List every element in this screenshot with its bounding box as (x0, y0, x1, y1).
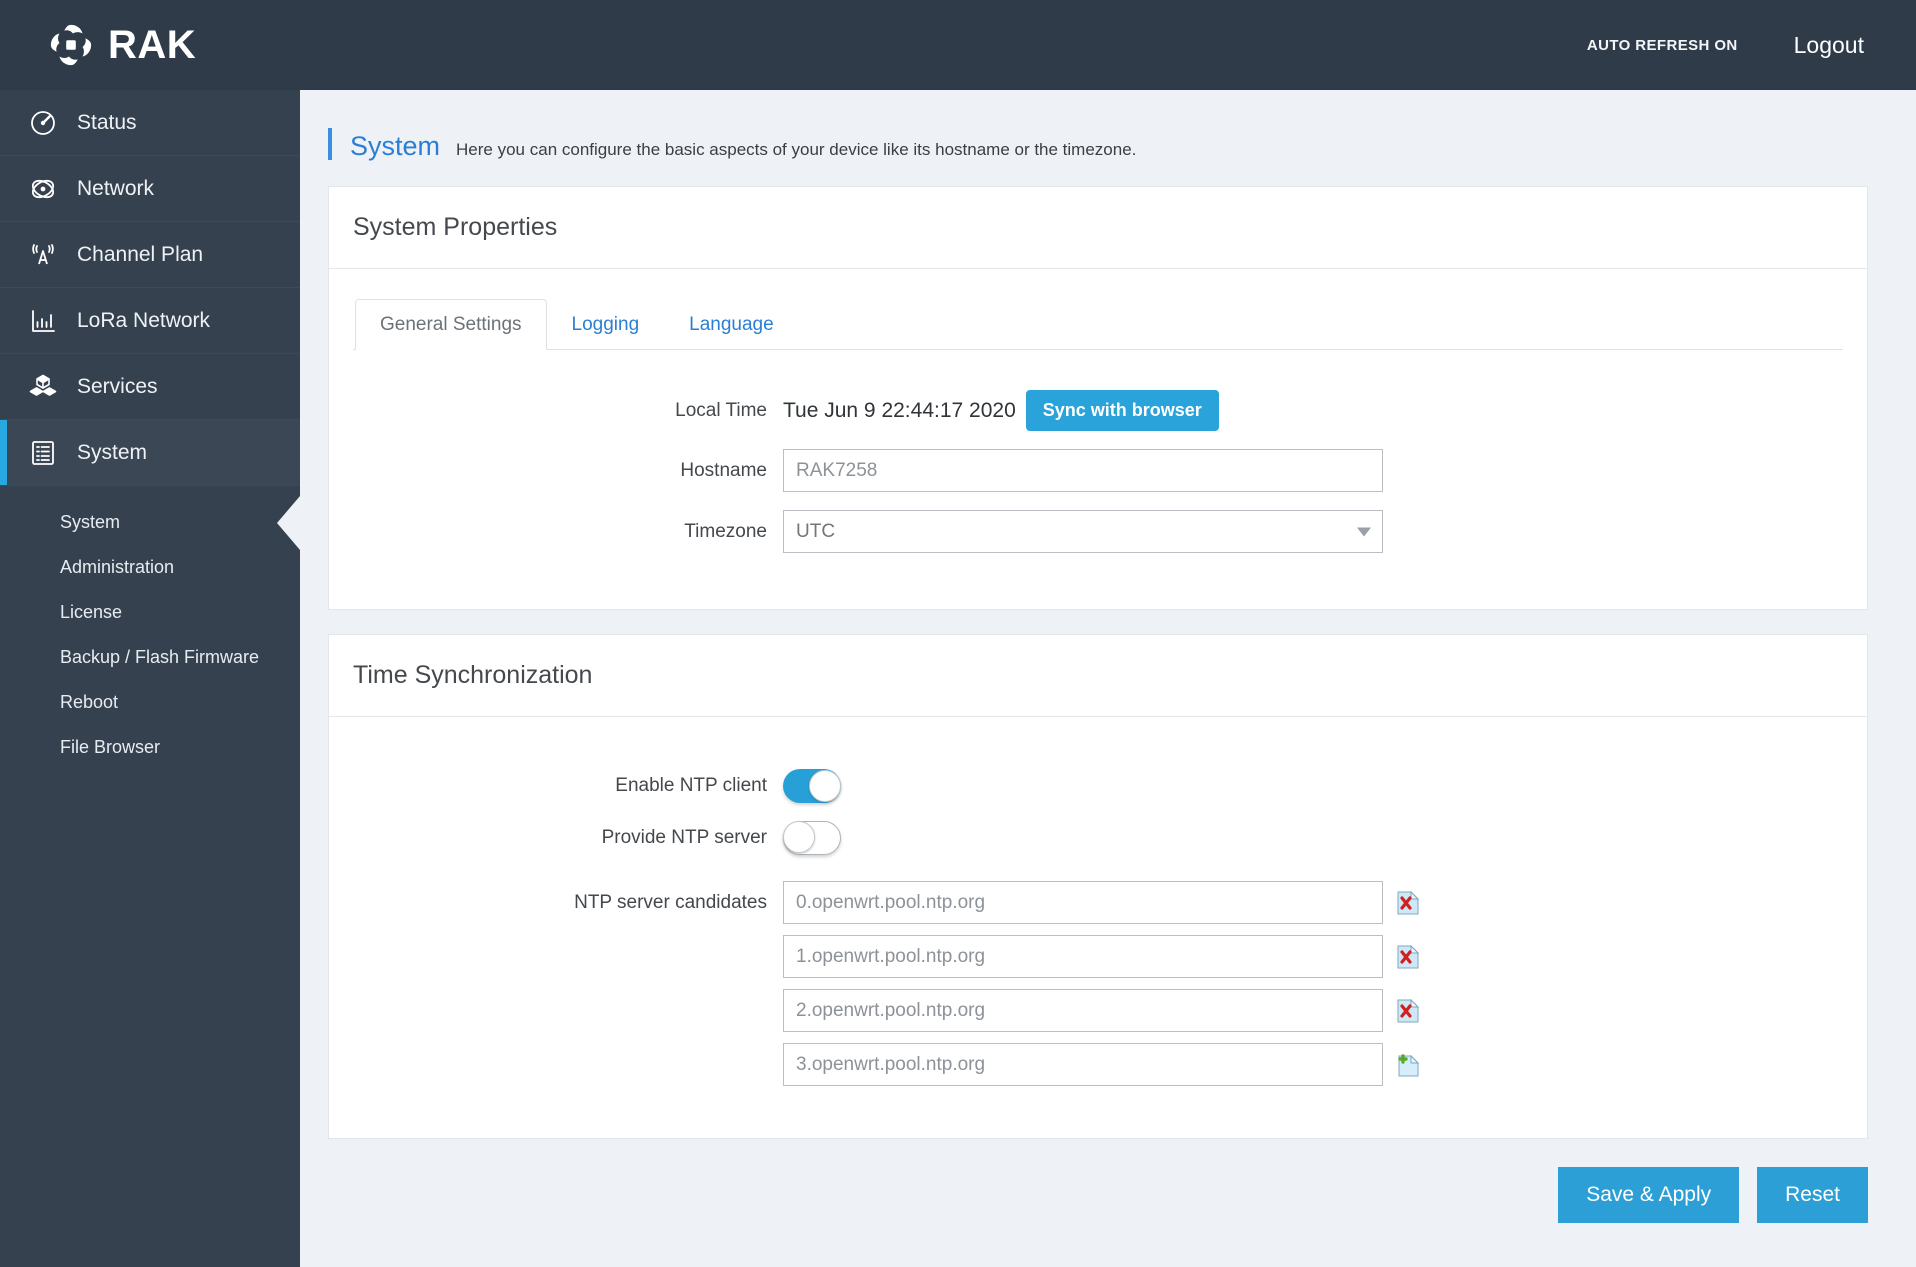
ntp-candidate-row (353, 935, 1843, 978)
provide-ntp-server-row: Provide NTP server (353, 821, 1843, 855)
time-synchronization-body: Enable NTP client Provide NTP server NTP… (329, 717, 1867, 1138)
sync-with-browser-button[interactable]: Sync with browser (1025, 390, 1219, 431)
top-bar: RAK AUTO REFRESH ON Logout (0, 0, 1916, 90)
ntp-server-candidates-label: NTP server candidates (574, 891, 767, 913)
brand-name: RAK (108, 23, 197, 67)
page-title: System (350, 131, 441, 161)
enable-ntp-client-row: Enable NTP client (353, 769, 1843, 803)
local-time-label: Local Time (675, 399, 767, 421)
enable-ntp-client-toggle[interactable] (783, 769, 841, 803)
system-properties-body: General Settings Logging Language Local … (329, 269, 1867, 609)
provide-ntp-server-toggle[interactable] (783, 821, 841, 855)
sidebar: Status Network Channel Plan LoRa Network… (0, 90, 300, 1267)
ntp-candidate-input-2[interactable] (783, 989, 1383, 1032)
sidebar-subitem-reboot[interactable]: Reboot (0, 680, 300, 725)
system-properties-card: System Properties General Settings Loggi… (328, 186, 1868, 610)
sidebar-item-channel-plan[interactable]: Channel Plan (0, 222, 300, 288)
hostname-row: Hostname (353, 449, 1843, 492)
ntp-candidate-row: NTP server candidates (353, 881, 1843, 924)
reset-button[interactable]: Reset (1757, 1167, 1868, 1223)
sidebar-item-network[interactable]: Network (0, 156, 300, 222)
toggle-knob-icon (809, 770, 841, 802)
timezone-row: Timezone (353, 510, 1843, 553)
ntp-candidate-row (353, 1043, 1843, 1086)
top-bar-actions: AUTO REFRESH ON Logout (1587, 32, 1864, 59)
main-content: System Here you can configure the basic … (300, 90, 1916, 1267)
general-settings-form: Local Time Tue Jun 9 22:44:17 2020 Sync … (353, 350, 1843, 553)
sidebar-item-lora-network[interactable]: LoRa Network (0, 288, 300, 354)
brand-logo[interactable]: RAK (48, 22, 196, 68)
remove-ntp-candidate-icon-0[interactable] (1397, 890, 1420, 915)
sidebar-subitem-file-browser[interactable]: File Browser (0, 725, 300, 770)
rak-flower-logo-icon (48, 22, 94, 68)
time-synchronization-card: Time Synchronization Enable NTP client P… (328, 634, 1868, 1139)
ntp-candidate-input-0[interactable] (783, 881, 1383, 924)
antenna-icon (26, 238, 60, 272)
speedometer-icon (26, 106, 60, 140)
toggle-knob-icon (783, 821, 815, 853)
page-header: System Here you can configure the basic … (300, 90, 1916, 162)
time-synchronization-title: Time Synchronization (329, 635, 1867, 717)
bar-chart-icon (26, 304, 60, 338)
sidebar-submenu-system: System Administration License Backup / F… (0, 486, 300, 770)
ntp-candidate-row (353, 989, 1843, 1032)
sidebar-item-label: Network (77, 176, 155, 200)
sidebar-subitem-label: System (60, 512, 121, 532)
auto-refresh-toggle[interactable]: AUTO REFRESH ON (1587, 37, 1738, 54)
sidebar-item-system[interactable]: System (0, 420, 300, 486)
sidebar-subitem-system[interactable]: System (0, 495, 300, 550)
hostname-input[interactable] (783, 449, 1383, 492)
add-ntp-candidate-icon[interactable] (1397, 1053, 1420, 1077)
ntp-candidate-input-3[interactable] (783, 1043, 1383, 1086)
sidebar-subitem-label: License (60, 602, 123, 622)
page-description: Here you can configure the basic aspects… (456, 140, 1137, 159)
settings-tablist: General Settings Logging Language (353, 299, 1843, 350)
save-and-apply-button[interactable]: Save & Apply (1558, 1167, 1740, 1223)
list-panel-icon (26, 436, 60, 470)
active-pointer-icon (277, 495, 300, 550)
sidebar-item-label: Channel Plan (77, 242, 204, 266)
provide-ntp-server-label: Provide NTP server (601, 827, 767, 848)
remove-ntp-candidate-icon-2[interactable] (1397, 998, 1420, 1023)
sidebar-subitem-label: Administration (60, 557, 175, 577)
form-actions: Save & Apply Reset (300, 1167, 1868, 1223)
remove-ntp-candidate-icon-1[interactable] (1397, 944, 1420, 969)
sidebar-item-services[interactable]: Services (0, 354, 300, 420)
local-time-row: Local Time Tue Jun 9 22:44:17 2020 Sync … (353, 390, 1843, 431)
sidebar-subitem-label: Reboot (60, 692, 119, 712)
timezone-select[interactable] (783, 510, 1383, 553)
sidebar-subitem-label: Backup / Flash Firmware (60, 647, 260, 667)
sidebar-item-status[interactable]: Status (0, 90, 300, 156)
sidebar-item-label: LoRa Network (77, 308, 211, 332)
hostname-label: Hostname (680, 459, 767, 481)
ntp-candidate-input-1[interactable] (783, 935, 1383, 978)
timezone-label: Timezone (684, 520, 767, 542)
sidebar-item-label: Status (77, 110, 137, 134)
sidebar-subitem-backup-flash-firmware[interactable]: Backup / Flash Firmware (0, 635, 300, 680)
page-title-accent-bar (328, 128, 332, 160)
logout-link[interactable]: Logout (1794, 32, 1864, 59)
enable-ntp-client-label: Enable NTP client (615, 775, 767, 796)
local-time-value: Tue Jun 9 22:44:17 2020 (783, 398, 1016, 422)
tab-logging[interactable]: Logging (547, 299, 665, 350)
sidebar-item-label: System (77, 440, 148, 464)
sidebar-item-label: Services (77, 374, 158, 398)
tab-general-settings[interactable]: General Settings (355, 299, 547, 350)
sidebar-subitem-administration[interactable]: Administration (0, 545, 300, 590)
system-properties-title: System Properties (329, 187, 1867, 269)
tab-language[interactable]: Language (664, 299, 799, 350)
sidebar-subitem-label: File Browser (60, 737, 161, 757)
sidebar-subitem-license[interactable]: License (0, 590, 300, 635)
boxes-icon (26, 370, 60, 404)
network-atom-icon (26, 172, 60, 206)
